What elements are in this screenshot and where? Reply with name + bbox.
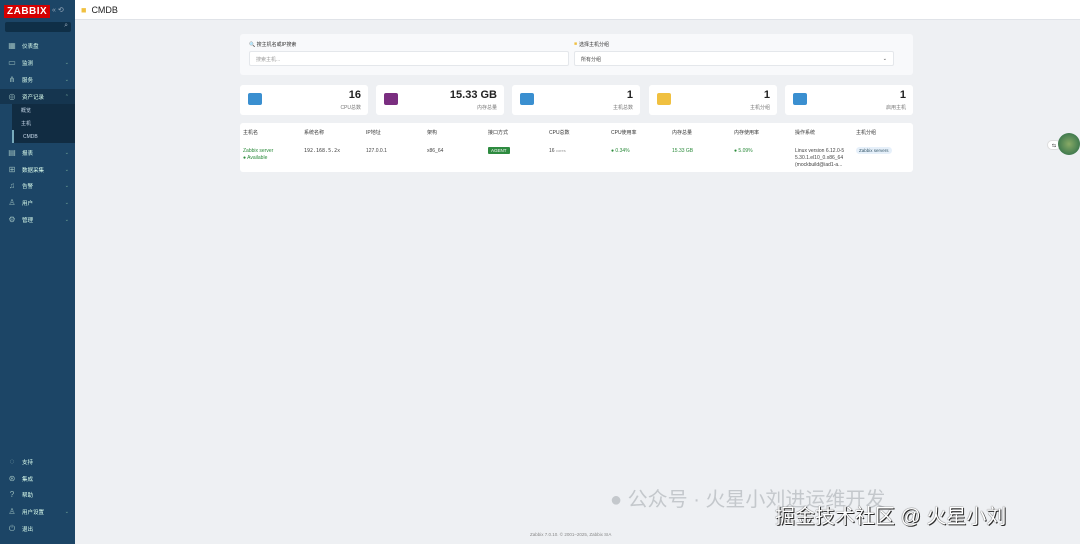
help-icon: ? bbox=[9, 490, 15, 499]
user-icon: ♙ bbox=[8, 198, 16, 207]
chevron-down-icon: ⌄ bbox=[64, 182, 69, 189]
bell-icon: ♫ bbox=[9, 181, 15, 190]
group-select-value: 所有分组 bbox=[581, 57, 602, 63]
memory-usage: 5.09% bbox=[738, 148, 753, 154]
sidebar-item-alerts[interactable]: ♫ 告警 ⌄ bbox=[0, 178, 75, 193]
sidebar-item-inventory[interactable]: ◎ 资产记录 ⌃ bbox=[0, 89, 75, 104]
chevron-down-icon: ⌄ bbox=[64, 149, 69, 156]
footer: Zabbix 7.0.10. © 2001–2025, Zabbix SIA bbox=[530, 532, 612, 537]
sidebar-item-dashboard[interactable]: ▦ 仪表盘 bbox=[0, 38, 75, 53]
folder-icon: ■ bbox=[81, 4, 87, 15]
column-header[interactable]: 架构 bbox=[427, 129, 437, 136]
integrations-icon: ⊛ bbox=[8, 474, 16, 483]
collapse-sidebar-icon[interactable]: « ⟲ bbox=[52, 6, 64, 14]
sidebar-item-users[interactable]: ♙ 用户 ⌄ bbox=[0, 195, 75, 210]
sidebar-item-reports[interactable]: ▤ 报表 ⌄ bbox=[0, 145, 75, 160]
sidebar-item-monitoring[interactable]: ▭ 监测 ⌄ bbox=[0, 55, 75, 70]
folder-icon: ■ bbox=[574, 41, 578, 47]
search-label: 🔍 搜主机名或IP搜索 bbox=[249, 42, 297, 48]
inventory-icon: ◎ bbox=[8, 92, 16, 101]
hosts-table: 主机名 系统名称 IP地址 架构 接口方式 CPU总数 CPU使用率 内存总量 … bbox=[240, 123, 913, 172]
services-icon: ⋔ bbox=[8, 75, 16, 84]
chevron-down-icon: ⌄ bbox=[64, 59, 69, 66]
sidebar-item-support[interactable]: ◌ 支持 bbox=[0, 454, 75, 469]
column-header[interactable]: 内存使用率 bbox=[734, 129, 759, 136]
user-settings-icon: ♙ bbox=[8, 507, 16, 516]
stat-card-memory: 15.33 GB 内存总量 bbox=[376, 85, 504, 115]
chevron-down-icon: ⌄ bbox=[64, 166, 69, 173]
column-header[interactable]: 接口方式 bbox=[488, 129, 508, 136]
sidebar-item-administration[interactable]: ⚙ 管理 ⌄ bbox=[0, 212, 75, 227]
os-version: Linux version 6.12.0-5 5.30.1.el10_0.x86_… bbox=[795, 148, 845, 168]
data-collection-icon: ⊞ bbox=[8, 165, 16, 174]
sidebar-item-user-settings[interactable]: ♙ 用户设置 ⌄ bbox=[0, 504, 75, 519]
cpu-count: 16 bbox=[549, 148, 555, 154]
cpu-unit: cores bbox=[555, 148, 566, 153]
folder-icon bbox=[657, 93, 671, 105]
sidebar-item-integrations[interactable]: ⊛ 集成 bbox=[0, 471, 75, 486]
sidebar-item-data-collection[interactable]: ⊞ 数据采集 ⌄ bbox=[0, 162, 75, 177]
watermark-juejin: 掘金技术社区 @ 火星小刘 bbox=[775, 506, 1007, 528]
support-icon: ◌ bbox=[9, 457, 15, 466]
chevron-down-icon: ⌄ bbox=[64, 76, 69, 83]
monitor-icon: ▭ bbox=[8, 58, 16, 67]
sidebar-item-services[interactable]: ⋔ 服务 ⌄ bbox=[0, 72, 75, 87]
monitor-icon bbox=[793, 93, 807, 105]
zabbix-logo[interactable]: ZABBIX bbox=[4, 5, 51, 18]
stat-card-hosts: 1 主机总数 bbox=[512, 85, 640, 115]
interface-badge: AGENT bbox=[488, 147, 510, 154]
sidebar-subitem-cmdb[interactable]: CMDB bbox=[12, 130, 75, 143]
sidebar-subitem-hosts[interactable]: 主机 bbox=[12, 117, 75, 130]
host-group-select[interactable]: 所有分组 ⌄ bbox=[574, 51, 894, 66]
column-header[interactable]: CPU总数 bbox=[549, 129, 570, 136]
column-header[interactable]: 内存总量 bbox=[672, 129, 692, 136]
architecture: x86_64 bbox=[427, 148, 444, 154]
sidebar-item-help[interactable]: ? 帮助 bbox=[0, 487, 75, 502]
column-header[interactable]: 主机分组 bbox=[856, 129, 876, 136]
column-header[interactable]: 系统名称 bbox=[304, 129, 324, 136]
search-icon: ⌕ bbox=[64, 22, 68, 29]
stat-card-cpu: 16 CPU总数 bbox=[240, 85, 368, 115]
available-icon: ● bbox=[243, 155, 247, 161]
monitor-icon bbox=[248, 93, 262, 105]
chevron-down-icon: ⌄ bbox=[882, 56, 887, 62]
group-label: 选择主机分组 bbox=[579, 42, 610, 48]
chevron-down-icon: ⌄ bbox=[64, 199, 69, 206]
host-link[interactable]: Zabbix server bbox=[243, 148, 273, 154]
filter-panel: 🔍 搜主机名或IP搜索 搜索主机... ■ 选择主机分组 所有分组 ⌄ bbox=[240, 34, 913, 75]
column-header[interactable]: CPU使用率 bbox=[611, 129, 637, 136]
column-header[interactable]: 主机名 bbox=[243, 129, 258, 136]
system-name: 192.168.5.2x bbox=[304, 148, 341, 154]
sidebar-subitem-overview[interactable]: 概览 bbox=[12, 104, 75, 117]
chevron-up-icon: ⌃ bbox=[64, 93, 69, 100]
column-header[interactable]: 操作系统 bbox=[795, 129, 815, 136]
gauge-icon: ● bbox=[611, 148, 615, 154]
avatar[interactable] bbox=[1058, 133, 1080, 155]
floppy-icon bbox=[384, 93, 398, 105]
wechat-icon: ● bbox=[610, 489, 623, 511]
monitor-icon bbox=[520, 93, 534, 105]
report-icon: ▤ bbox=[8, 148, 16, 157]
page-header: ■ CMDB bbox=[75, 0, 1080, 20]
signout-icon: ⏻ bbox=[8, 523, 16, 533]
page-title: CMDB bbox=[91, 4, 118, 15]
cpu-usage: 0.34% bbox=[615, 148, 630, 154]
stat-card-enabled: 1 启用主机 bbox=[785, 85, 913, 115]
host-search-input[interactable]: 搜索主机... bbox=[249, 51, 569, 66]
column-header[interactable]: IP地址 bbox=[366, 129, 381, 136]
gauge-icon: ● bbox=[734, 148, 738, 154]
chevron-down-icon: ⌄ bbox=[64, 216, 69, 223]
gear-icon: ⚙ bbox=[8, 215, 16, 224]
sidebar: ZABBIX « ⟲ ⌕ ▦ 仪表盘 ▭ 监测 ⌄ ⋔ 服务 ⌄ ◎ 资产记录 ⌃ 概览 主机… bbox=[0, 0, 75, 544]
sidebar-search-input[interactable]: ⌕ bbox=[5, 22, 71, 32]
status-text: Available bbox=[247, 155, 268, 161]
floating-assistant[interactable]: ⇆ bbox=[1047, 133, 1080, 157]
memory-total: 15.33 GB bbox=[672, 148, 694, 154]
ip-address: 127.0.0.1 bbox=[366, 148, 387, 154]
stat-card-groups: 1 主机分组 bbox=[649, 85, 777, 115]
grid-icon: ▦ bbox=[8, 41, 16, 50]
sidebar-item-signout[interactable]: ⏻ 退出 bbox=[0, 521, 75, 536]
host-group-tag[interactable]: Zabbix servers bbox=[856, 147, 892, 154]
chevron-down-icon: ⌄ bbox=[64, 508, 69, 515]
